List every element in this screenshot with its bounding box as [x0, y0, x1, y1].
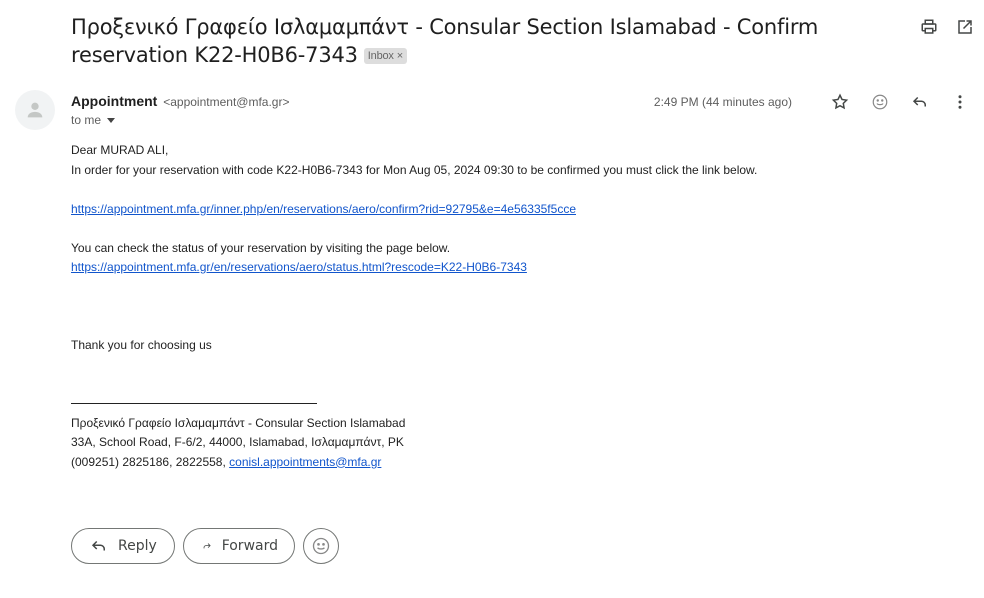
reply-icon: [91, 540, 105, 551]
timestamp: 2:49 PM (44 minutes ago): [653, 95, 792, 109]
emoji-reaction-icon: [872, 94, 888, 110]
subject-toolbar: [920, 18, 974, 36]
confirm-link[interactable]: https://appointment.mfa.gr/inner.php/en/…: [71, 202, 576, 216]
recipients-text: to me: [71, 113, 102, 127]
signature-phones: (009251) 2825186, 2822558,: [71, 454, 230, 469]
thanks-text: Thank you for choosing us: [71, 338, 212, 352]
signature-email-link[interactable]: conisl.appointments@mfa.gr: [229, 455, 381, 469]
open-in-new-window-button[interactable]: [956, 18, 974, 36]
add-reaction-button[interactable]: [866, 92, 894, 112]
sender-line: Appointment <appointment@mfa.gr>: [71, 93, 289, 110]
forward-icon: [203, 543, 211, 549]
emoji-icon: [312, 537, 330, 555]
reply-pill-button[interactable]: Reply: [71, 528, 175, 564]
reply-button[interactable]: [906, 92, 934, 112]
recipients-toggle[interactable]: to me: [71, 113, 116, 127]
email-subject: Προξενικό Γραφείο Ισλαμαμπάντ - Consular…: [71, 13, 831, 69]
person-icon: [27, 102, 43, 118]
print-icon: [921, 19, 937, 34]
emoji-reaction-button[interactable]: [303, 528, 339, 564]
inbox-label-text: Inbox: [367, 50, 394, 62]
signature-address: 33A, School Road, F-6/2, 44000, Islamaba…: [71, 435, 404, 449]
more-options-icon: [958, 95, 962, 109]
reply-icon: [912, 96, 926, 107]
subject-text: Προξενικό Γραφείο Ισλαμαμπάντ - Consular…: [71, 15, 819, 67]
forward-pill-button[interactable]: Forward: [183, 528, 295, 564]
status-link[interactable]: https://appointment.mfa.gr/en/reservatio…: [71, 260, 527, 274]
inbox-label-chip[interactable]: Inbox ×: [363, 48, 407, 64]
star-button[interactable]: [826, 92, 854, 112]
message-body: Dear MURAD ALI, In order for your reserv…: [71, 141, 951, 472]
status-text: You can check the status of your reserva…: [71, 240, 451, 255]
reply-label: Reply: [118, 538, 157, 554]
message-actions: Reply Forward: [71, 528, 339, 564]
sender-avatar[interactable]: [15, 90, 55, 130]
body-line-reservation: In order for your reservation with code …: [71, 162, 758, 177]
more-options-button[interactable]: [946, 92, 974, 112]
caret-down-icon: [107, 117, 116, 123]
open-in-new-window-icon: [958, 20, 972, 34]
signature-contact: (009251) 2825186, 2822558, conisl.appoin…: [71, 453, 951, 473]
sender-email: <appointment@mfa.gr>: [163, 95, 290, 109]
forward-label: Forward: [221, 538, 278, 554]
sender-name[interactable]: Appointment: [71, 93, 157, 109]
print-all-button[interactable]: [920, 18, 938, 36]
star-icon: [831, 93, 849, 110]
signature-office: Προξενικό Γραφείο Ισλαμαμπάντ - Consular…: [71, 415, 406, 430]
message-meta: 2:49 PM (44 minutes ago): [654, 92, 974, 112]
remove-label-icon[interactable]: ×: [397, 50, 403, 62]
greeting: Dear MURAD ALI,: [71, 143, 169, 157]
